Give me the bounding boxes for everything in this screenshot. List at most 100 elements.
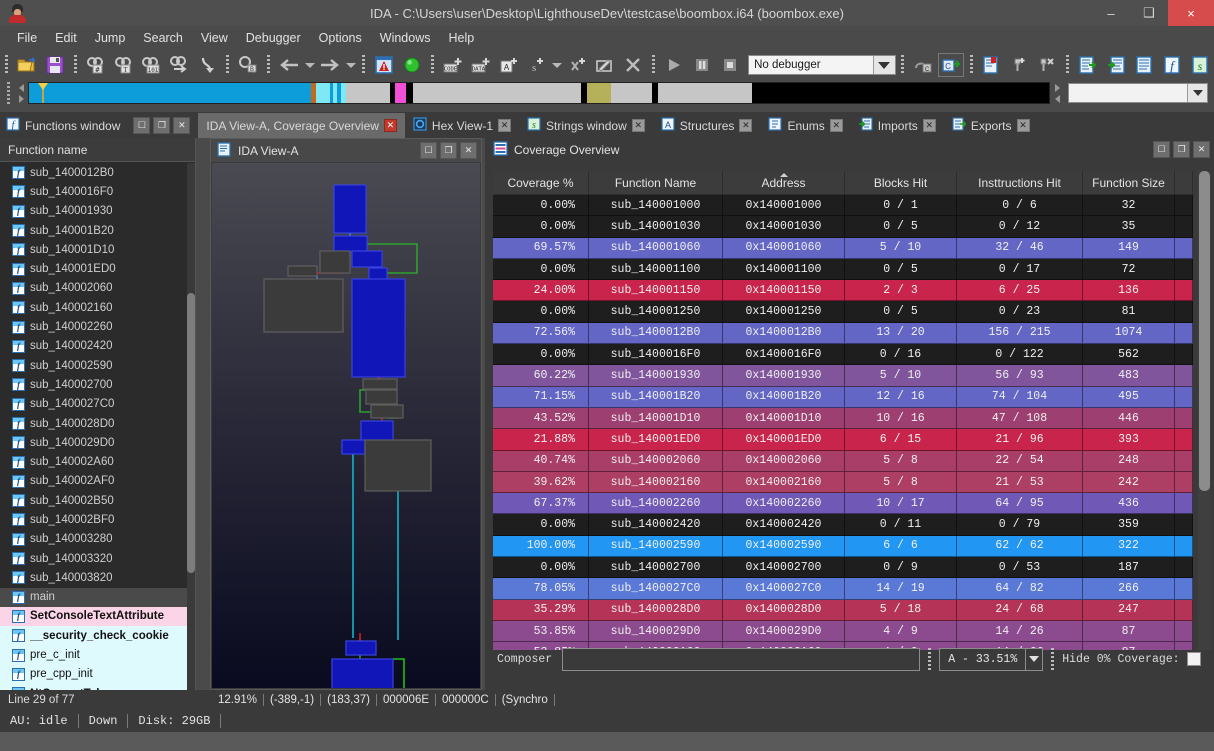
coverage-table-row[interactable]: 0.00%sub_1400027000x1400027000 / 90 / 53… xyxy=(493,557,1193,578)
control-flow-graph[interactable] xyxy=(212,163,480,688)
function-list-item[interactable]: fsub_140003820 xyxy=(0,568,187,587)
menu-item-windows[interactable]: Windows xyxy=(371,28,440,48)
function-list-item[interactable]: fsub_140002060 xyxy=(0,279,187,298)
close-icon[interactable]: ✕ xyxy=(173,117,190,134)
navband-right-arrows[interactable] xyxy=(1050,82,1064,104)
tab-strings-window[interactable]: sStrings window✕ xyxy=(519,113,653,138)
function-list-item[interactable]: fsub_1400016F0 xyxy=(0,182,187,201)
function-list-item[interactable]: fsub_140001930 xyxy=(0,202,187,221)
restore-icon[interactable]: ☐ xyxy=(133,117,150,134)
imports-add-icon[interactable] xyxy=(1006,53,1032,77)
maximize-button[interactable]: ❑ xyxy=(1130,0,1168,26)
struct-dropdown-icon[interactable] xyxy=(551,53,564,77)
open-file-icon[interactable] xyxy=(14,53,40,77)
function-list-item[interactable]: fsub_140002160 xyxy=(0,298,187,317)
tab-exports[interactable]: Exports✕ xyxy=(944,113,1038,138)
hide-zero-coverage-checkbox[interactable] xyxy=(1187,652,1201,666)
close-icon[interactable]: ✕ xyxy=(1193,141,1210,158)
tile-icon[interactable]: ❐ xyxy=(1173,141,1190,158)
restore-icon[interactable]: ☐ xyxy=(420,142,437,159)
function-list-item[interactable]: fsub_1400028D0 xyxy=(0,414,187,433)
back-dropdown-icon[interactable] xyxy=(303,53,316,77)
composer-input[interactable] xyxy=(562,648,920,671)
make-array-icon[interactable]: A xyxy=(496,53,522,77)
tile-icon[interactable]: ❐ xyxy=(440,142,457,159)
function-list-item[interactable]: fSetConsoleTextAttribute xyxy=(0,607,187,626)
names-window-icon[interactable] xyxy=(1131,53,1157,77)
menu-item-debugger[interactable]: Debugger xyxy=(237,28,310,48)
imports-window-icon[interactable] xyxy=(1103,53,1129,77)
function-list-item[interactable]: fsub_140001ED0 xyxy=(0,259,187,278)
function-list-item[interactable]: fsub_140002BF0 xyxy=(0,510,187,529)
pause-icon[interactable] xyxy=(689,53,715,77)
tab-functions-window[interactable]: fFunctions window☐❐✕ xyxy=(0,113,198,138)
tab-close-icon[interactable]: ✕ xyxy=(498,119,511,132)
coverage-table-row[interactable]: 0.00%sub_1400010300x1400010300 / 50 / 12… xyxy=(493,216,1193,237)
column-header-address[interactable]: Address xyxy=(723,171,845,195)
coverage-table-row[interactable]: 71.15%sub_140001B200x140001B2012 / 1674 … xyxy=(493,387,1193,408)
coverage-table-row[interactable]: 0.00%sub_1400016F00x1400016F00 / 160 / 1… xyxy=(493,344,1193,365)
coverage-table-row[interactable]: 39.62%sub_1400021600x1400021605 / 821 / … xyxy=(493,472,1193,493)
coverage-table-row[interactable]: 43.52%sub_140001D100x140001D1010 / 1647 … xyxy=(493,408,1193,429)
tab-ida-view-a-coverage-overview[interactable]: IDA View-A, Coverage Overview✕ xyxy=(198,113,405,138)
coverage-table-row[interactable]: 53.85%sub_1400029D00x1400029D04 / 914 / … xyxy=(493,621,1193,642)
rename-icon[interactable] xyxy=(592,53,618,77)
functions-window-icon[interactable]: f xyxy=(1159,53,1185,77)
functions-scrollbar[interactable] xyxy=(187,163,195,690)
tab-close-icon[interactable]: ✕ xyxy=(1017,119,1030,132)
coverage-scrollbar-thumb[interactable] xyxy=(1199,171,1210,491)
coverage-table-row[interactable]: 0.00%sub_1400024200x1400024200 / 110 / 7… xyxy=(493,514,1193,535)
column-header-blocks-hit[interactable]: Blocks Hit xyxy=(845,171,957,195)
coverage-table-row[interactable]: 0.00%sub_1400010000x1400010000 / 10 / 63… xyxy=(493,195,1193,216)
menu-item-search[interactable]: Search xyxy=(134,28,192,48)
strings-window-icon[interactable]: s xyxy=(1187,53,1213,77)
chevron-down-icon[interactable] xyxy=(1026,648,1043,671)
functions-scrollbar-thumb[interactable] xyxy=(187,293,195,573)
imports-del-icon[interactable] xyxy=(1034,53,1060,77)
close-icon[interactable]: ✕ xyxy=(460,142,477,159)
tab-close-icon[interactable]: ✕ xyxy=(632,119,645,132)
delete-icon[interactable] xyxy=(620,53,646,77)
undefine-icon[interactable] xyxy=(565,53,591,77)
coverage-table-row[interactable]: 67.37%sub_1400022600x14000226010 / 1764 … xyxy=(493,493,1193,514)
coverage-table-row[interactable]: 21.88%sub_140001ED00x140001ED06 / 1521 /… xyxy=(493,429,1193,450)
step-into-icon[interactable]: C xyxy=(938,53,964,77)
search-text-icon[interactable]: T xyxy=(111,53,137,77)
column-header-function-size[interactable]: Function Size xyxy=(1083,171,1175,195)
menu-item-view[interactable]: View xyxy=(192,28,237,48)
coverage-table-header[interactable]: Coverage %Function NameAddressBlocks Hit… xyxy=(493,171,1193,195)
column-header-coverage[interactable]: Coverage % xyxy=(493,171,589,195)
menu-item-file[interactable]: File xyxy=(8,28,46,48)
jump-address-input[interactable] xyxy=(1068,83,1208,103)
function-list-item[interactable]: fsub_140002B50 xyxy=(0,491,187,510)
debugger-select[interactable]: No debugger xyxy=(748,55,896,75)
coverage-table-row[interactable]: 100.00%sub_1400025900x1400025906 / 662 /… xyxy=(493,536,1193,557)
coverage-table-row[interactable]: 40.74%sub_1400020600x1400020605 / 822 / … xyxy=(493,451,1193,472)
make-data-icon[interactable]: DATA xyxy=(468,53,494,77)
exports-icon[interactable] xyxy=(979,53,1005,77)
function-list-item[interactable]: fsub_140003280 xyxy=(0,530,187,549)
coverage-table-row[interactable]: 60.22%sub_1400019300x1400019305 / 1056 /… xyxy=(493,365,1193,386)
coverage-table-body[interactable]: 0.00%sub_1400010000x1400010000 / 10 / 63… xyxy=(493,195,1193,650)
make-struct-icon[interactable]: s xyxy=(524,53,550,77)
function-list-item[interactable]: fsub_1400012B0 xyxy=(0,163,187,182)
minimize-button[interactable]: – xyxy=(1092,0,1130,26)
navigation-strip[interactable] xyxy=(28,82,1050,104)
navband-left-arrows[interactable] xyxy=(14,82,28,104)
functions-column-header[interactable]: Function name xyxy=(0,138,195,162)
step-over-icon[interactable]: C xyxy=(910,53,936,77)
menu-item-help[interactable]: Help xyxy=(439,28,483,48)
function-list-item[interactable]: fpre_c_init xyxy=(0,645,187,664)
function-list-item[interactable]: f__security_check_cookie xyxy=(0,626,187,645)
function-list-item[interactable]: fsub_140002700 xyxy=(0,375,187,394)
run-icon[interactable] xyxy=(661,53,687,77)
menu-item-jump[interactable]: Jump xyxy=(86,28,135,48)
functions-list[interactable]: fsub_1400012B0fsub_1400016F0fsub_1400019… xyxy=(0,163,187,690)
function-list-item[interactable]: fsub_140002420 xyxy=(0,337,187,356)
tab-enums[interactable]: Enums✕ xyxy=(760,113,850,138)
function-list-item[interactable]: fsub_140001B20 xyxy=(0,221,187,240)
menu-item-edit[interactable]: Edit xyxy=(46,28,86,48)
save-icon[interactable] xyxy=(42,53,68,77)
function-list-item[interactable]: fsub_140001D10 xyxy=(0,240,187,259)
green-status-icon[interactable] xyxy=(399,53,425,77)
